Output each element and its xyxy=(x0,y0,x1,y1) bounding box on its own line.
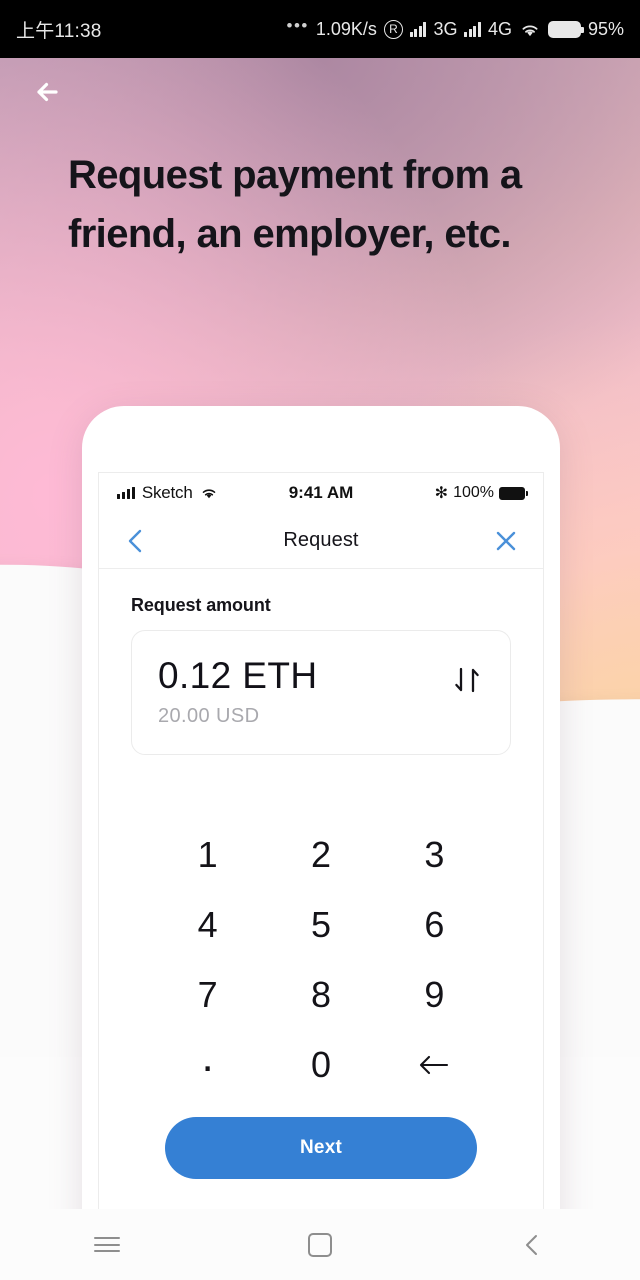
next-button-container: Next xyxy=(131,1091,511,1179)
android-status-bar: 上午11:38 ••• 1.09K/s R 3G 4G 95% xyxy=(0,0,640,58)
back-chevron-icon xyxy=(526,1234,538,1255)
carrier-label: Sketch xyxy=(141,483,193,502)
numeric-keypad[interactable]: 1 2 3 4 5 6 7 8 9 . 0 xyxy=(131,829,511,1091)
key-5[interactable]: 5 xyxy=(264,899,377,951)
wifi-icon xyxy=(202,489,215,499)
battery-percent-label: 95% xyxy=(587,18,624,39)
chevron-left-icon[interactable] xyxy=(119,524,153,558)
screen-content: Request amount 0.12 ETH 20.00 USD 1 2 3 … xyxy=(99,569,543,1179)
ios-status-left: Sketch xyxy=(117,483,218,503)
battery-percent-label: 100% xyxy=(453,484,494,501)
network-type-label-2: 4G xyxy=(487,18,512,39)
battery-icon xyxy=(547,20,584,38)
phone-screen: Sketch 9:41 AM ✻ 100% Request Request am… xyxy=(98,472,544,1267)
home-button[interactable] xyxy=(213,1209,426,1280)
roaming-icon: R xyxy=(383,19,403,39)
phone-mockup: Sketch 9:41 AM ✻ 100% Request Request am… xyxy=(82,406,560,1267)
android-navigation-bar xyxy=(0,1209,640,1280)
ios-status-right: ✻ 100% xyxy=(434,483,528,503)
menu-icon[interactable] xyxy=(0,1209,213,1280)
key-7[interactable]: 7 xyxy=(151,969,264,1021)
app-navbar: Request xyxy=(99,513,543,569)
battery-icon xyxy=(499,486,528,500)
key-backspace[interactable] xyxy=(378,1039,491,1091)
close-x-icon[interactable] xyxy=(489,524,523,558)
key-9[interactable]: 9 xyxy=(378,969,491,1021)
backspace-icon xyxy=(420,1055,449,1074)
request-amount-label: Request amount xyxy=(131,595,271,615)
status-bar-clock: 上午11:38 xyxy=(16,20,102,42)
ios-status-bar: Sketch 9:41 AM ✻ 100% xyxy=(99,473,543,513)
amount-value: 0.12 ETH xyxy=(158,655,318,696)
screen-title: Request xyxy=(283,529,359,551)
overflow-dots-icon: ••• xyxy=(286,16,309,35)
hero-background: Request payment from a friend, an employ… xyxy=(0,58,640,1267)
status-bar-icons: ••• 1.09K/s R 3G 4G 95% xyxy=(286,16,624,40)
bluetooth-icon: ✻ xyxy=(434,485,449,502)
next-button[interactable]: Next xyxy=(165,1116,477,1179)
signal-bars-icon-1 xyxy=(409,21,427,37)
page-title: Request payment from a friend, an employ… xyxy=(68,153,522,257)
amount-values: 0.12 ETH 20.00 USD xyxy=(158,655,318,728)
key-3[interactable]: 3 xyxy=(378,829,491,881)
key-0[interactable]: 0 xyxy=(264,1039,377,1091)
key-decimal[interactable]: . xyxy=(151,1034,264,1091)
amount-input-card[interactable]: 0.12 ETH 20.00 USD xyxy=(131,630,511,755)
home-square-icon xyxy=(307,1232,332,1257)
back-button[interactable] xyxy=(427,1209,640,1280)
swap-vertical-icon[interactable] xyxy=(450,665,484,695)
key-6[interactable]: 6 xyxy=(378,899,491,951)
network-speed-label: 1.09K/s xyxy=(315,18,377,39)
menu-icon-lines xyxy=(93,1233,120,1257)
key-4[interactable]: 4 xyxy=(151,899,264,951)
network-type-label-1: 3G xyxy=(433,18,458,39)
key-8[interactable]: 8 xyxy=(264,969,377,1021)
key-1[interactable]: 1 xyxy=(151,829,264,881)
signal-bars-icon xyxy=(117,487,135,499)
wifi-icon xyxy=(522,24,538,36)
key-2[interactable]: 2 xyxy=(264,829,377,881)
amount-converted-value: 20.00 USD xyxy=(158,704,260,727)
back-arrow-icon[interactable] xyxy=(26,70,70,114)
signal-bars-icon-2 xyxy=(464,21,481,37)
